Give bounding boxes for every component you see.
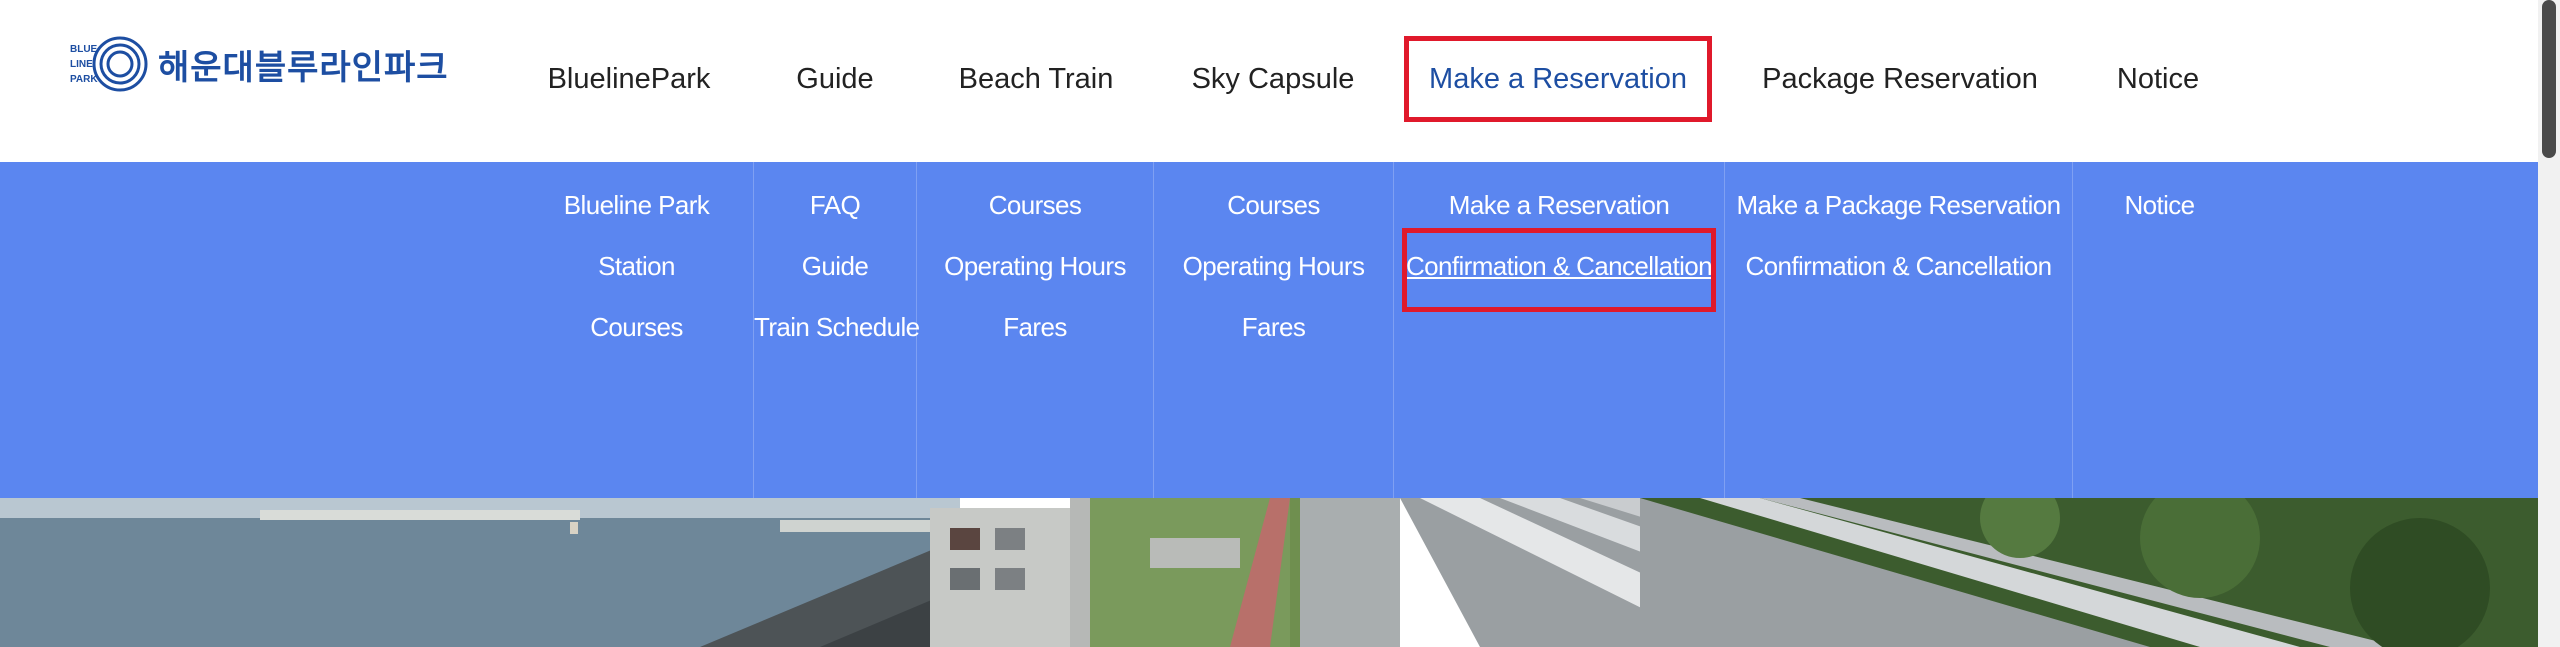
highlight-box-make-a-reservation — [1404, 36, 1712, 122]
gnb-package-reservation[interactable]: Package Reservation — [1750, 50, 2050, 108]
submenu-column-bluelinepark: Blueline Park Station Courses — [520, 162, 753, 498]
submenu-column-beach-train: Courses Operating Hours Fares — [916, 162, 1153, 498]
submenu-column-sky-capsule: Courses Operating Hours Fares — [1153, 162, 1393, 498]
submenu-operating-hours[interactable]: Operating Hours — [917, 251, 1153, 282]
gnb-beach-train[interactable]: Beach Train — [942, 50, 1130, 108]
submenu-column-notice: Notice — [2072, 162, 2246, 498]
logo-text: 해운대블루라인파크 — [158, 47, 449, 88]
submenu-package-confirmation-cancellation[interactable]: Confirmation & Cancellation — [1725, 251, 2072, 282]
submenu-column-make-a-reservation: Make a Reservation Confirmation & Cancel… — [1393, 162, 1724, 498]
scrollbar-thumb[interactable] — [2542, 0, 2556, 158]
submenu-train-schedule[interactable]: Train Schedule — [754, 312, 920, 343]
submenu-guide[interactable]: Guide — [754, 251, 916, 282]
site-header: BLUE LINE PARK 해운대블루라인파크 BluelinePark Gu… — [0, 0, 2538, 162]
submenu-operating-hours[interactable]: Operating Hours — [1154, 251, 1393, 282]
submenu-notice[interactable]: Notice — [2073, 190, 2246, 221]
submenu-fares[interactable]: Fares — [1154, 312, 1393, 343]
submenu-column-guide: FAQ Guide Train Schedule — [753, 162, 920, 498]
submenu-faq[interactable]: FAQ — [754, 190, 916, 221]
mega-menu-dropdown: Blueline Park Station Courses FAQ Guide … — [0, 162, 2538, 498]
page-scrollbar[interactable] — [2538, 0, 2560, 647]
gnb-guide[interactable]: Guide — [770, 50, 900, 108]
site-logo[interactable]: BLUE LINE PARK 해운대블루라인파크 — [68, 32, 449, 96]
submenu-courses[interactable]: Courses — [520, 312, 753, 343]
blueline-park-logo-icon: BLUE LINE PARK — [68, 32, 152, 96]
highlight-box-confirmation-cancellation — [1402, 228, 1716, 312]
logo-mark-line-3: PARK — [70, 74, 98, 85]
submenu-make-a-package-reservation[interactable]: Make a Package Reservation — [1725, 190, 2072, 221]
submenu-make-a-reservation[interactable]: Make a Reservation — [1394, 190, 1724, 221]
hero-photo — [0, 498, 2538, 647]
gnb-sky-capsule[interactable]: Sky Capsule — [1178, 50, 1368, 108]
submenu-station[interactable]: Station — [520, 251, 753, 282]
submenu-fares[interactable]: Fares — [917, 312, 1153, 343]
gnb-notice[interactable]: Notice — [2100, 50, 2216, 108]
gnb-bluelinepark[interactable]: BluelinePark — [520, 50, 738, 108]
submenu-blueline-park[interactable]: Blueline Park — [520, 190, 753, 221]
submenu-column-package-reservation: Make a Package Reservation Confirmation … — [1724, 162, 2072, 498]
submenu-courses[interactable]: Courses — [917, 190, 1153, 221]
logo-mark-line-1: BLUE — [70, 44, 98, 55]
logo-mark-line-2: LINE — [70, 59, 93, 70]
submenu-courses[interactable]: Courses — [1154, 190, 1393, 221]
